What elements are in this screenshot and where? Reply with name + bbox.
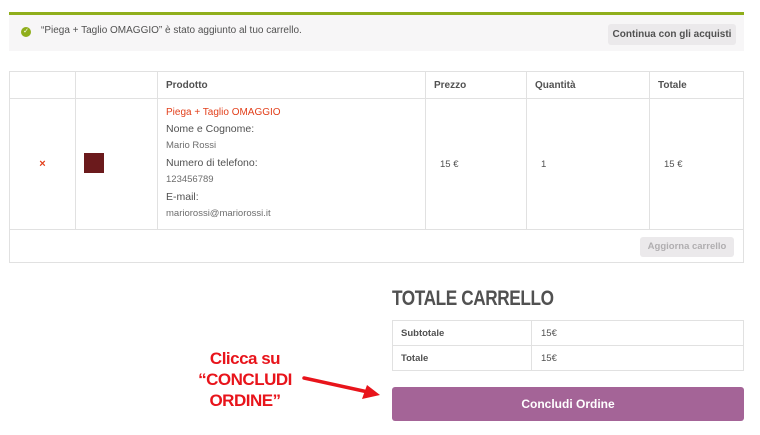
subtotal-value: 15€	[531, 320, 744, 346]
callout-line-2: “CONCLUDI	[198, 370, 292, 389]
field-label-name: Nome e Cognome:	[166, 123, 255, 135]
header-thumbnail	[75, 71, 158, 99]
product-thumbnail[interactable]	[84, 152, 104, 173]
cart-totals-table: Subtotale 15€ Totale 15€	[392, 320, 744, 371]
header-price: Prezzo	[425, 71, 527, 99]
item-quantity[interactable]: 1	[526, 98, 650, 230]
thumbnail-cell	[75, 98, 158, 230]
field-value-phone: 123456789	[166, 174, 214, 185]
callout-line-1: Clicca su	[209, 349, 281, 368]
subtotal-row: Subtotale 15€	[392, 320, 744, 346]
item-total: 15 €	[649, 98, 744, 230]
cart-header-row: Prodotto Prezzo Quantità Totale	[9, 71, 744, 99]
field-label-email: E-mail:	[166, 191, 199, 203]
cart-totals-title: TOTALE CARRELLO	[392, 287, 554, 310]
total-row: Totale 15€	[392, 345, 744, 371]
arrow-icon	[302, 376, 380, 399]
checkout-button[interactable]: Concludi Ordine	[392, 387, 744, 421]
continue-shopping-button[interactable]: Continua con gli acquisti	[608, 24, 736, 45]
header-total: Totale	[649, 71, 744, 99]
cart-item-row: × Piega + Taglio OMAGGIO Nome e Cognome:…	[9, 98, 744, 230]
remove-item-button[interactable]: ×	[9, 98, 76, 230]
header-quantity: Quantità	[526, 71, 650, 99]
annotation-callout: Clicca su “CONCLUDI ORDINE”	[184, 348, 306, 411]
product-name-link[interactable]: Piega + Taglio OMAGGIO	[166, 105, 425, 121]
total-value: 15€	[531, 345, 744, 371]
cart-table: Prodotto Prezzo Quantità Totale × Piega …	[9, 71, 744, 263]
cart-actions-cell: Aggiorna carrello	[9, 229, 744, 263]
total-label: Totale	[392, 345, 532, 371]
header-remove	[9, 71, 76, 99]
field-label-phone: Numero di telefono:	[166, 157, 258, 169]
check-icon: ✓	[21, 27, 31, 37]
field-value-email: mariorossi@mariorossi.it	[166, 208, 271, 219]
product-cell: Piega + Taglio OMAGGIO Nome e Cognome: M…	[157, 98, 426, 230]
header-product: Prodotto	[157, 71, 426, 99]
subtotal-label: Subtotale	[392, 320, 532, 346]
callout-line-3: ORDINE”	[209, 391, 281, 410]
cart-actions-row: Aggiorna carrello	[9, 229, 744, 263]
item-price: 15 €	[425, 98, 527, 230]
notice-message: “Piega + Taglio OMAGGIO” è stato aggiunt…	[41, 25, 302, 36]
field-value-name: Mario Rossi	[166, 140, 217, 151]
cart-notice: ✓ “Piega + Taglio OMAGGIO” è stato aggiu…	[9, 12, 744, 51]
update-cart-button[interactable]: Aggiorna carrello	[640, 237, 734, 257]
